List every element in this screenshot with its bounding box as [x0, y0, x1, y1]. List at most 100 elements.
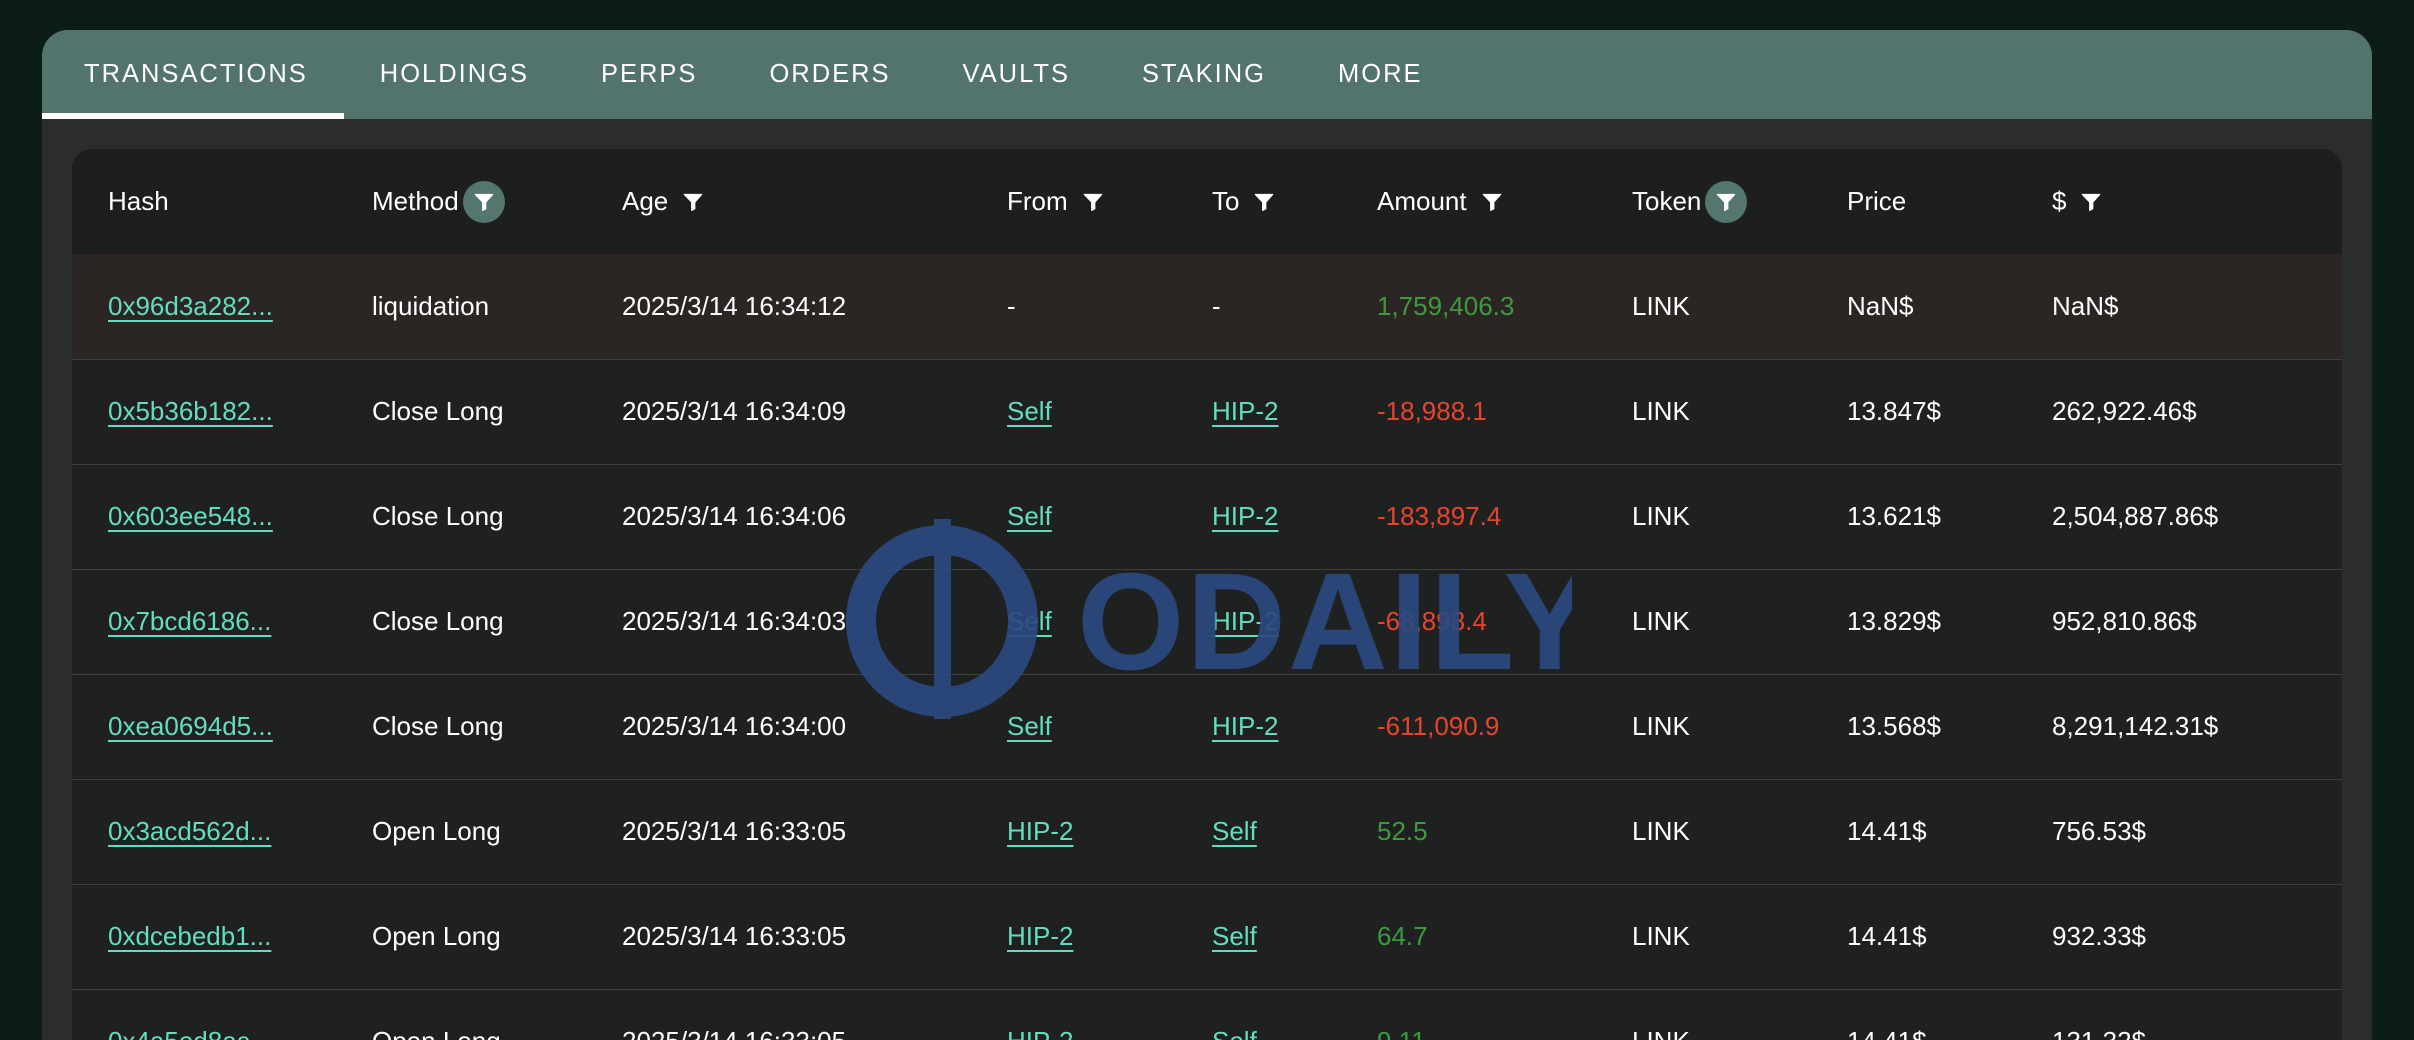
table-row[interactable]: 0x7bcd6186... Close Long 2025/3/14 16:34:0… [72, 568, 2342, 674]
to-address-link[interactable]: HIP-2 [1212, 396, 1278, 426]
to-address-link[interactable]: Self [1212, 1026, 1257, 1040]
cell-age-value: 2025/3/14 16:34:12 [622, 290, 847, 321]
table-row[interactable]: 0xdcebedb1... Open Long 2025/3/14 16:33:05… [72, 883, 2342, 989]
cell-age-value: 2025/3/14 16:33:05 [622, 816, 847, 846]
cell-age: 2025/3/14 16:34:09 [622, 358, 1007, 464]
tab-more[interactable]: MORE [1302, 30, 1459, 119]
tab-label: TRANSACTIONS [84, 60, 308, 88]
cell-from: - [1007, 254, 1212, 359]
column-header-label: Hash [108, 186, 169, 216]
cell-hash: 0x603ee548... [72, 463, 372, 569]
table-row[interactable]: 0x603ee548... Close Long 2025/3/14 16:34:0… [72, 463, 2342, 569]
cell-to: HIP-2 [1212, 568, 1377, 674]
tab-vaults[interactable]: VAULTS [927, 30, 1106, 119]
cell-amount: 64.7 [1377, 883, 1632, 989]
cell-method: Open Long [372, 883, 622, 989]
table-header: Hash Method Age From To Amount Token Price $ [72, 149, 2342, 254]
cell-to: - [1212, 254, 1377, 359]
cell-token-value: LINK [1632, 816, 1690, 846]
from-address-link[interactable]: HIP-2 [1007, 1026, 1073, 1040]
table-row[interactable]: 0xea0694d5... Close Long 2025/3/14 16:34:0… [72, 673, 2342, 779]
tab-holdings[interactable]: HOLDINGS [344, 30, 565, 119]
transaction-hash-link[interactable]: 0xdcebedb1... [108, 921, 271, 951]
filter-icon-age[interactable] [672, 181, 714, 223]
cell-token-value: LINK [1632, 1026, 1690, 1040]
tab-orders[interactable]: ORDERS [733, 30, 926, 119]
cell-token-value: LINK [1632, 501, 1690, 531]
cell-amount: 52.5 [1377, 778, 1632, 884]
cell-token-value: LINK [1632, 290, 1690, 321]
table-row[interactable]: 0x5b36b182... Close Long 2025/3/14 16:34:0… [72, 358, 2342, 464]
cell-price-value: 14.41$ [1847, 816, 1927, 846]
to-address-link[interactable]: HIP-2 [1212, 606, 1278, 636]
cell-amount: -18,988.1 [1377, 358, 1632, 464]
cell-usd-value: NaN$ [2052, 290, 2119, 321]
from-address-link[interactable]: Self [1007, 396, 1052, 426]
filter-icon-usd[interactable] [2070, 181, 2112, 223]
to-address-link[interactable]: HIP-2 [1212, 711, 1278, 741]
transaction-hash-link[interactable]: 0x7bcd6186... [108, 606, 271, 636]
cell-amount-value: 1,759,406.3 [1377, 290, 1515, 321]
cell-age: 2025/3/14 16:34:12 [622, 254, 1007, 359]
transaction-hash-link[interactable]: 0x4a5ed8ac... [108, 1026, 271, 1040]
table-row[interactable]: 0x4a5ed8ac... Open Long 2025/3/14 16:33:05… [72, 988, 2342, 1040]
cell-usd: 932.33$ [2052, 883, 2342, 989]
cell-method-value: Close Long [372, 501, 504, 531]
cell-hash: 0x96d3a282... [72, 254, 372, 359]
from-address-link[interactable]: HIP-2 [1007, 816, 1073, 846]
tab-label: HOLDINGS [379, 60, 529, 88]
cell-price-value: 13.829$ [1847, 606, 1941, 636]
cell-amount-value: 64.7 [1377, 921, 1428, 951]
from-address-link[interactable]: Self [1007, 501, 1052, 531]
tab-transactions[interactable]: TRANSACTIONS [42, 30, 344, 119]
cell-token: LINK [1632, 673, 1847, 779]
cell-price-value: 14.41$ [1847, 921, 1927, 951]
transaction-hash-link[interactable]: 0x3acd562d... [108, 816, 271, 846]
cell-from: HIP-2 [1007, 988, 1212, 1040]
cell-token-value: LINK [1632, 921, 1690, 951]
to-address-link[interactable]: HIP-2 [1212, 501, 1278, 531]
cell-amount-value: 9.11 [1377, 1026, 1426, 1040]
tab-perps[interactable]: PERPS [565, 30, 733, 119]
cell-from: Self [1007, 568, 1212, 674]
cell-age-value: 2025/3/14 16:33:05 [622, 1026, 846, 1040]
cell-age-value: 2025/3/14 16:34:06 [622, 501, 847, 531]
cell-usd: NaN$ [2052, 254, 2342, 359]
from-address-link: - [1007, 290, 1016, 321]
cell-hash: 0x4a5ed8ac... [72, 988, 372, 1040]
table-body: 0x96d3a282... liquidation 2025/3/14 16:34:… [72, 254, 2342, 1040]
tab-bar: TRANSACTIONS HOLDINGS PERPS ORDERS VAULTS STA… [42, 30, 2372, 119]
transaction-hash-link[interactable]: 0x5b36b182... [108, 396, 273, 426]
cell-price-value: 13.621$ [1847, 501, 1941, 531]
filter-icon-to[interactable] [1243, 181, 1285, 223]
cell-age: 2025/3/14 16:33:05 [622, 988, 1007, 1040]
cell-from: Self [1007, 673, 1212, 779]
from-address-link[interactable]: HIP-2 [1007, 921, 1073, 951]
table-row[interactable]: 0x96d3a282... liquidation 2025/3/14 16:34:… [72, 254, 2342, 359]
cell-usd-value: 8,291,142.31$ [2052, 711, 2219, 741]
cell-usd-value: 131.32$ [2052, 1026, 2146, 1040]
cell-method-value: Close Long [372, 606, 504, 636]
filter-icon-method[interactable] [462, 180, 505, 223]
to-address-link[interactable]: Self [1212, 921, 1257, 951]
transaction-hash-link[interactable]: 0x603ee548... [108, 501, 273, 531]
cell-token: LINK [1632, 778, 1847, 884]
tab-staking[interactable]: STAKING [1106, 30, 1302, 119]
cell-usd: 952,810.86$ [2052, 568, 2342, 674]
to-address-link[interactable]: Self [1212, 816, 1257, 846]
transaction-hash-link[interactable]: 0xea0694d5... [108, 711, 273, 741]
table-row[interactable]: 0x3acd562d... Open Long 2025/3/14 16:33:05… [72, 778, 2342, 884]
filter-icon-from[interactable] [1072, 181, 1114, 223]
cell-method-value: liquidation [372, 290, 490, 321]
from-address-link[interactable]: Self [1007, 606, 1052, 636]
tab-label: VAULTS [962, 60, 1070, 88]
cell-token: LINK [1632, 883, 1847, 989]
from-address-link[interactable]: Self [1007, 711, 1052, 741]
cell-amount: -183,897.4 [1377, 463, 1632, 569]
column-header-from: From [1007, 149, 1212, 254]
table-header-row: Hash Method Age From To Amount Token Price $ [72, 149, 2342, 254]
filter-icon-amount[interactable] [1471, 181, 1513, 223]
filter-icon-token[interactable] [1705, 180, 1748, 223]
transaction-hash-link[interactable]: 0x96d3a282... [108, 291, 273, 321]
cell-token: LINK [1632, 568, 1847, 674]
